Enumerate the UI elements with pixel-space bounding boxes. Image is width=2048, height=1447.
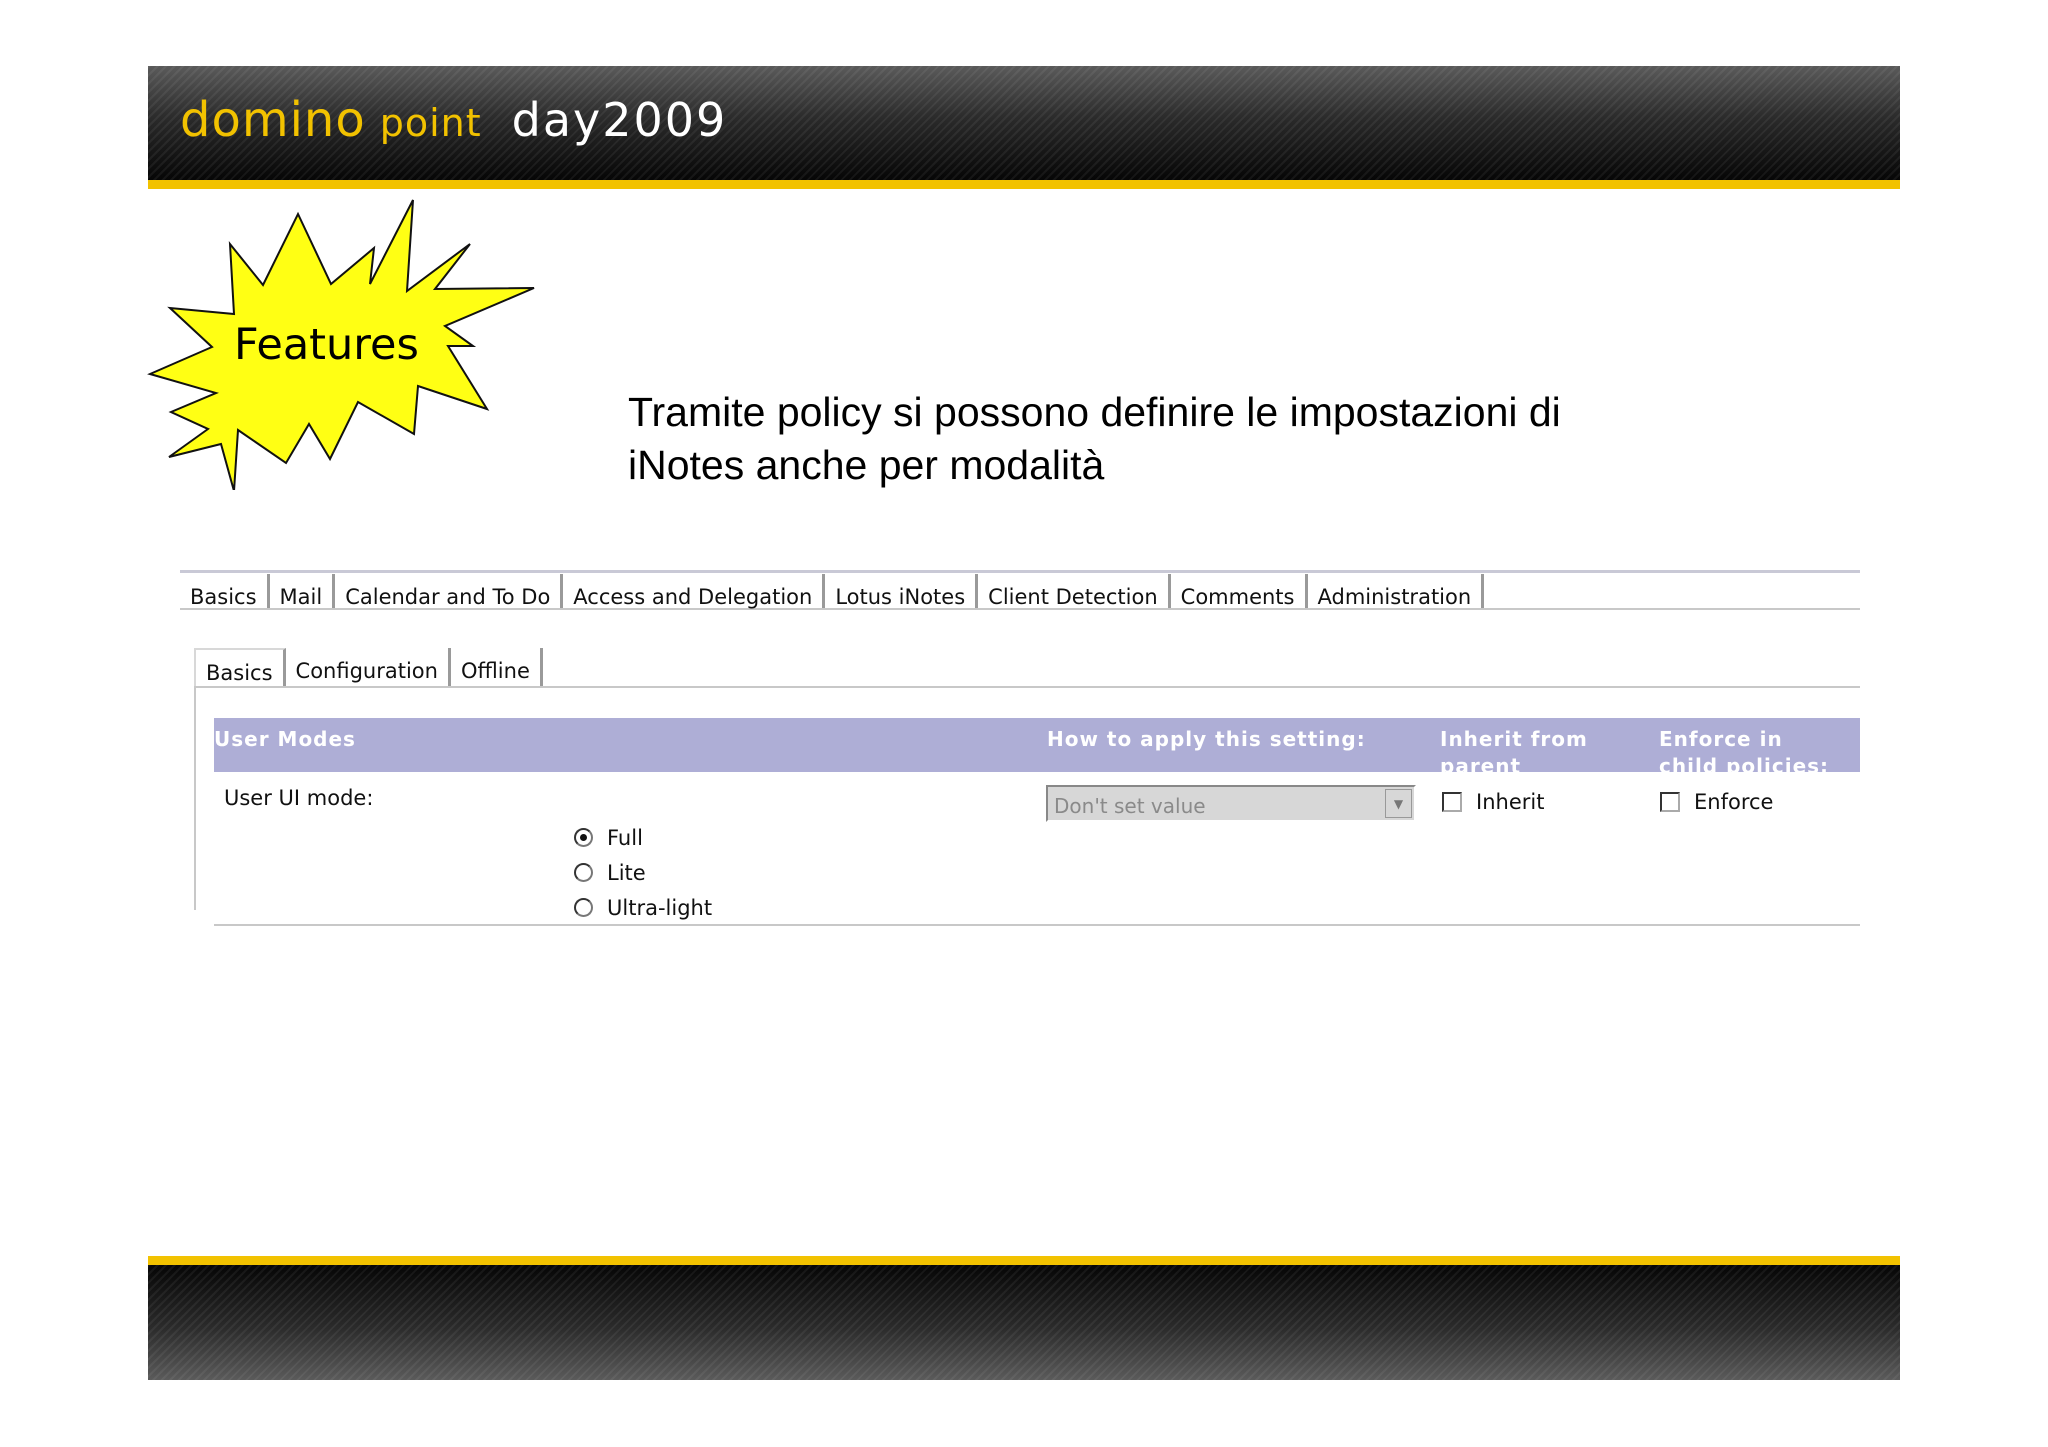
intro-line-2: iNotes anche per modalità <box>628 442 1105 488</box>
radio-button-ultra-light[interactable] <box>574 898 593 917</box>
tab-comments[interactable]: Comments <box>1171 574 1308 608</box>
radio-option-lite[interactable]: Lite <box>574 855 712 890</box>
inotes-subtab-bar: Basics Configuration Offline <box>194 648 543 688</box>
radio-button-lite[interactable] <box>574 863 593 882</box>
tab-calendar-and-to-do[interactable]: Calendar and To Do <box>335 574 564 608</box>
intro-text: Tramite policy si possono definire le im… <box>628 386 1561 492</box>
logo-word-domino: domino <box>180 92 366 148</box>
subtab-offline[interactable]: Offline <box>451 648 543 686</box>
column-header-how-to-apply: How to apply this setting: <box>1047 727 1366 751</box>
settings-table-header: User Modes How to apply this setting: In… <box>214 718 1860 805</box>
enforce-checkbox-label: Enforce <box>1694 790 1774 814</box>
footer-bar <box>148 1265 1900 1380</box>
row-bottom-divider <box>214 924 1860 926</box>
apply-setting-dropdown[interactable]: Don't set value ▼ <box>1046 785 1416 822</box>
header-accent-stripe <box>148 180 1900 189</box>
footer-accent-stripe <box>148 1256 1900 1265</box>
subtab-basics[interactable]: Basics <box>194 648 286 688</box>
intro-line-1: Tramite policy si possono definire le im… <box>628 389 1561 435</box>
inherit-checkbox[interactable]: Inherit <box>1442 790 1544 814</box>
column-header-user-modes: User Modes <box>214 727 356 751</box>
tab-lotus-inotes[interactable]: Lotus iNotes <box>825 574 979 608</box>
features-badge: Features <box>146 196 538 490</box>
tab-mail[interactable]: Mail <box>270 574 336 608</box>
panel-left-border <box>194 688 196 910</box>
logo-word-point: point <box>379 101 482 145</box>
top-divider <box>180 570 1860 573</box>
radio-option-full[interactable]: Full <box>574 820 712 855</box>
logo-word-day: day2009 <box>511 93 728 147</box>
user-ui-mode-radio-group: Full Lite Ultra-light <box>574 820 712 925</box>
event-logo: domino point day2009 <box>180 92 727 152</box>
user-ui-mode-label: User UI mode: <box>224 786 374 810</box>
radio-button-full[interactable] <box>574 828 593 847</box>
subtab-configuration[interactable]: Configuration <box>286 648 451 686</box>
radio-label-lite: Lite <box>607 860 646 885</box>
radio-label-full: Full <box>607 825 643 850</box>
enforce-checkbox[interactable]: Enforce <box>1660 790 1773 814</box>
tab-administration[interactable]: Administration <box>1308 574 1485 608</box>
features-label: Features <box>234 320 419 370</box>
enforce-checkbox-box[interactable] <box>1660 792 1680 812</box>
tab-access-and-delegation[interactable]: Access and Delegation <box>563 574 826 608</box>
policy-settings-panel: Basics Mail Calendar and To Do Access an… <box>180 568 1860 948</box>
column-header-enforce: Enforce in child policies: <box>1659 727 1830 778</box>
policy-tab-bar: Basics Mail Calendar and To Do Access an… <box>180 574 1860 610</box>
inherit-checkbox-box[interactable] <box>1442 792 1462 812</box>
radio-option-ultra-light[interactable]: Ultra-light <box>574 890 712 925</box>
radio-label-ultra-light: Ultra-light <box>607 895 713 920</box>
tab-client-detection[interactable]: Client Detection <box>978 574 1171 608</box>
apply-setting-value: Don't set value <box>1054 794 1206 818</box>
chevron-down-icon[interactable]: ▼ <box>1385 789 1412 818</box>
subtab-divider <box>194 686 1860 688</box>
tab-basics[interactable]: Basics <box>180 574 270 608</box>
inherit-checkbox-label: Inherit <box>1476 790 1545 814</box>
